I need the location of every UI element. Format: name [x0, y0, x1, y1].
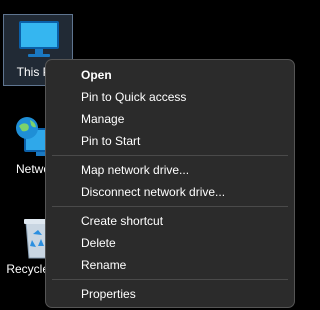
menu-item-create-shortcut[interactable]: Create shortcut [46, 210, 294, 232]
menu-item-open[interactable]: Open [46, 64, 294, 86]
menu-item-rename[interactable]: Rename [46, 254, 294, 276]
desktop[interactable]: This PC Network Recycle Bin Open Pin to … [0, 0, 298, 310]
menu-separator [52, 206, 288, 207]
menu-separator [52, 155, 288, 156]
computer-monitor-icon [19, 21, 59, 57]
menu-item-pin-to-quick-access[interactable]: Pin to Quick access [46, 86, 294, 108]
menu-item-properties[interactable]: Properties [46, 283, 294, 305]
menu-item-disconnect-network-drive[interactable]: Disconnect network drive... [46, 181, 294, 203]
menu-item-manage[interactable]: Manage [46, 108, 294, 130]
menu-separator [52, 279, 288, 280]
context-menu: Open Pin to Quick access Manage Pin to S… [45, 59, 295, 308]
menu-item-delete[interactable]: Delete [46, 232, 294, 254]
menu-item-pin-to-start[interactable]: Pin to Start [46, 130, 294, 152]
menu-item-map-network-drive[interactable]: Map network drive... [46, 159, 294, 181]
